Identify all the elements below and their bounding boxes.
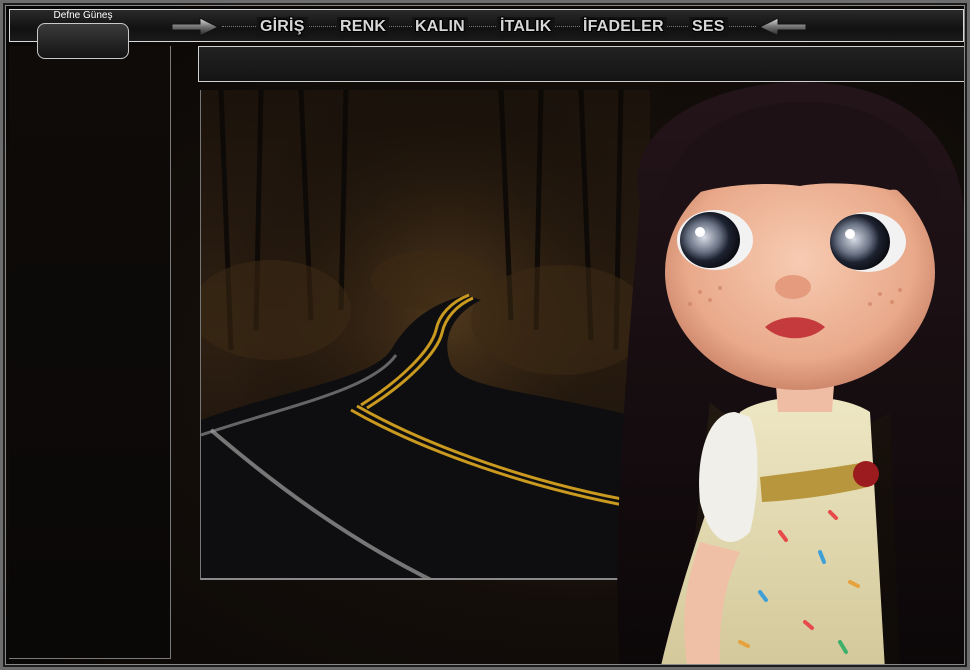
user-name: Defne Güneş	[53, 10, 113, 21]
forest-road-illustration	[201, 90, 650, 578]
nav-item-giris[interactable]: GİRİŞ	[257, 17, 308, 37]
page: Defne Güneş GİRİŞ RENK KALIN İTALIK İFAD…	[0, 0, 970, 670]
road-scene-image	[200, 90, 650, 580]
doll-illustration	[617, 82, 970, 670]
nav-item-ifadeler[interactable]: İFADELER	[580, 17, 667, 37]
sidebar-panel	[9, 46, 171, 659]
header-strip	[198, 46, 965, 82]
arrow-left-icon[interactable]	[758, 16, 808, 38]
nav-item-italik[interactable]: İTALIK	[497, 17, 555, 37]
nav-item-kalin[interactable]: KALIN	[412, 17, 468, 37]
nav-item-renk[interactable]: RENK	[337, 17, 390, 37]
nav-item-ses[interactable]: SES	[689, 17, 728, 37]
arrow-right-icon[interactable]	[170, 16, 220, 38]
avatar[interactable]	[37, 23, 129, 59]
